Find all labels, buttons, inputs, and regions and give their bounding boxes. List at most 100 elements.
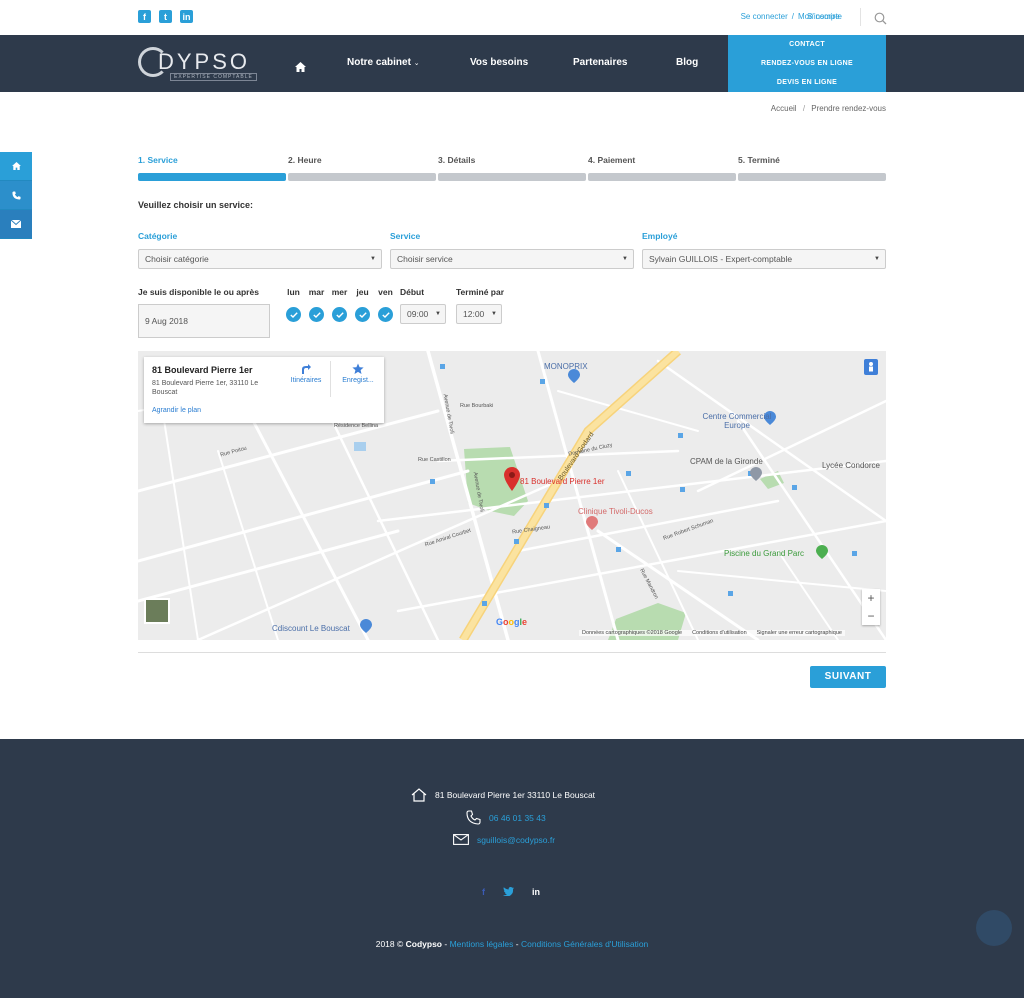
home-icon[interactable] [295, 57, 306, 76]
breadcrumb: Accueil / Prendre rendez-vous [770, 104, 886, 113]
nav-partenaires[interactable]: Partenaires [573, 57, 627, 68]
codypso-logo[interactable]: DYPSO EXPERTISE COMPTABLE [138, 45, 268, 83]
checkmark-icon[interactable] [286, 307, 301, 322]
footer-phone: 06 46 01 35 43 [466, 810, 546, 825]
search-icon[interactable] [874, 10, 887, 29]
phone-icon [466, 810, 481, 825]
day-lun[interactable]: lun [282, 287, 305, 322]
next-button[interactable]: SUIVANT [810, 666, 886, 688]
footer-copyright: 2018 © Codypso - Mentions légales - Cond… [375, 939, 649, 949]
enlarge-map-link[interactable]: Agrandir le plan [152, 407, 201, 414]
breadcrumb-home[interactable]: Accueil [771, 104, 797, 113]
legal-link[interactable]: Mentions légales [450, 939, 514, 949]
map-info-card: 81 Boulevard Pierre 1er 81 Boulevard Pie… [144, 357, 384, 423]
step-paiement: 4. Paiement [588, 155, 736, 181]
day-mer[interactable]: mer [328, 287, 351, 322]
top-bar: f t in Se connecter / Mon compte S'inscr… [0, 0, 1024, 35]
place-cpam[interactable]: CPAM de la Gironde [690, 457, 763, 466]
rdv-link[interactable]: RENDEZ-VOUS EN LIGNE [728, 54, 886, 73]
end-time-select[interactable]: 12:00 ▼ [456, 304, 502, 324]
twitter-icon[interactable]: t [159, 10, 172, 23]
checkmark-icon[interactable] [309, 307, 324, 322]
day-jeu[interactable]: jeu [351, 287, 374, 322]
place-centre[interactable]: Centre Commercial Europe [702, 412, 772, 430]
step-details: 3. Détails [438, 155, 586, 181]
step-heure: 2. Heure [288, 155, 436, 181]
footer-email: sguillois@codypso.fr [453, 834, 555, 845]
divider [860, 8, 861, 26]
start-time-select[interactable]: 09:00 ▼ [400, 304, 446, 324]
scroll-top-button[interactable] [976, 910, 1012, 946]
nav-vos-besoins[interactable]: Vos besoins [470, 57, 528, 68]
side-phone-icon[interactable] [0, 181, 32, 210]
chevron-down-icon: ⌄ [413, 60, 420, 67]
contact-link[interactable]: CONTACT [728, 35, 886, 54]
place-piscine[interactable]: Piscine du Grand Parc [724, 549, 804, 558]
linkedin-icon[interactable]: in [532, 887, 540, 898]
location-pin-icon[interactable] [504, 467, 520, 491]
end-label: Terminé par [456, 287, 505, 297]
top-social-links: f t in [138, 10, 193, 23]
map-card-address: 81 Boulevard Pierre 1er, 33110 Le Bousca… [152, 380, 259, 396]
booking-steps: 1. Service 2. Heure 3. Détails 4. Paieme… [138, 155, 886, 185]
street-view-pegman-icon[interactable] [864, 359, 878, 375]
checkmark-icon[interactable] [355, 307, 370, 322]
login-link[interactable]: Se connecter [741, 12, 788, 21]
footer-email-link[interactable]: sguillois@codypso.fr [477, 835, 555, 845]
shopping-pin-icon[interactable] [568, 369, 580, 383]
map-terms-link[interactable]: Conditions d'utilisation [692, 630, 747, 636]
place-monoprix[interactable]: MONOPRIX [544, 362, 588, 371]
checkmark-icon[interactable] [378, 307, 393, 322]
twitter-icon[interactable] [503, 887, 514, 898]
park-pin-icon[interactable] [816, 545, 828, 559]
divider [138, 652, 886, 653]
cgu-link[interactable]: Conditions Générales d'Utilisation [521, 939, 648, 949]
footer-phone-link[interactable]: 06 46 01 35 43 [489, 813, 546, 823]
signup-link[interactable]: S'inscrire [807, 12, 840, 21]
place-clinique[interactable]: Clinique Tivoli-Ducos [578, 507, 653, 516]
side-home-icon[interactable] [0, 152, 32, 181]
linkedin-icon[interactable]: in [180, 10, 193, 23]
side-contact-bar [0, 152, 32, 239]
employee-select[interactable]: Sylvain GUILLOIS - Expert-comptable ▼ [642, 249, 886, 269]
shopping-pin-icon[interactable] [360, 619, 372, 633]
breadcrumb-current: Prendre rendez-vous [811, 104, 886, 113]
save-place-button[interactable]: Enregist... [334, 363, 382, 384]
day-mar[interactable]: mar [305, 287, 328, 322]
directions-button[interactable]: Itinéraires [282, 363, 330, 384]
nav-notre-cabinet[interactable]: Notre cabinet ⌄ [347, 57, 420, 68]
devis-link[interactable]: DEVIS EN LIGNE [728, 73, 886, 92]
step-progress-bar [438, 173, 586, 181]
checkmark-icon[interactable] [332, 307, 347, 322]
category-select[interactable]: Choisir catégorie ▼ [138, 249, 382, 269]
street-bourbaki: Rue Bourbaki [460, 403, 494, 409]
zoom-in-button[interactable]: + [862, 589, 880, 607]
map-attribution: Données cartographiques ©2018 Google Con… [579, 630, 845, 636]
directions-icon [302, 364, 311, 374]
service-label: Service [390, 231, 421, 241]
nav-blog[interactable]: Blog [676, 57, 698, 68]
day-ven[interactable]: ven [374, 287, 397, 322]
step-progress-bar [588, 173, 736, 181]
caret-down-icon: ▼ [622, 256, 628, 262]
place-lycee[interactable]: Lycée Condorce [822, 461, 880, 470]
step-termine: 5. Terminé [738, 155, 886, 181]
category-label: Catégorie [138, 231, 178, 241]
google-map[interactable]: 81 Boulevard Pierre 1er MONOPRIX Centre … [138, 351, 886, 640]
office-pin-icon[interactable] [750, 467, 762, 481]
footer: 81 Boulevard Pierre 1er 33110 Le Bouscat… [0, 739, 1024, 998]
facebook-icon[interactable]: f [482, 887, 485, 898]
place-cdiscount[interactable]: Cdiscount Le Bouscat [272, 624, 350, 633]
date-input[interactable]: 9 Aug 2018 [138, 304, 270, 338]
service-select[interactable]: Choisir service ▼ [390, 249, 634, 269]
start-label: Début [400, 287, 425, 297]
caret-down-icon: ▼ [491, 311, 497, 317]
house-icon [411, 788, 427, 802]
hospital-pin-icon[interactable] [586, 516, 598, 530]
side-mail-icon[interactable] [0, 210, 32, 239]
facebook-icon[interactable]: f [138, 10, 151, 23]
nav-cta-block: CONTACT RENDEZ-VOUS EN LIGNE DEVIS EN LI… [728, 35, 886, 92]
zoom-out-button[interactable]: − [862, 607, 880, 625]
map-report-link[interactable]: Signaler une erreur cartographique [757, 630, 842, 636]
satellite-toggle[interactable] [144, 598, 170, 624]
